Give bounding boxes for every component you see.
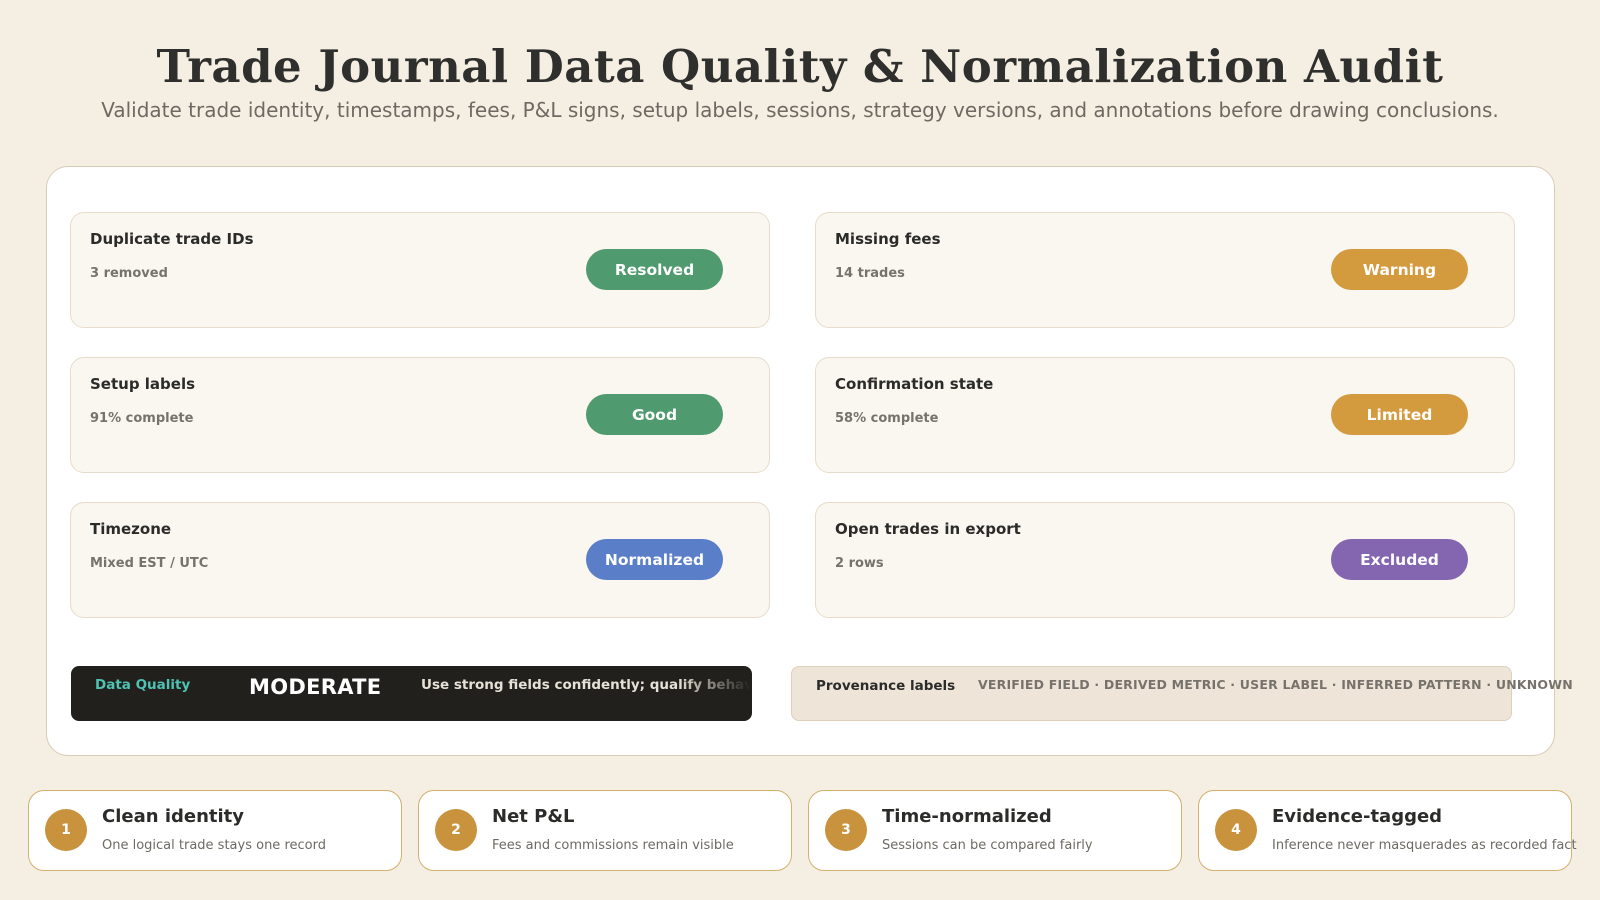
check-card-setup-labels: Setup labels 91% complete Good (70, 357, 770, 473)
audit-panel: Duplicate trade IDs 3 removed Resolved M… (46, 166, 1573, 756)
check-card-duplicate-trade-ids: Duplicate trade IDs 3 removed Resolved (70, 212, 770, 328)
check-detail: 2 rows (835, 556, 884, 571)
status-badge-limited: Limited (1331, 394, 1468, 435)
status-badge-excluded: Excluded (1331, 539, 1468, 580)
status-badge-resolved: Resolved (586, 249, 723, 290)
data-quality-rating: MODERATE (249, 675, 382, 699)
step-title: Clean identity (102, 806, 245, 827)
check-title: Timezone (90, 520, 172, 538)
check-detail: 91% complete (90, 411, 194, 426)
check-title: Missing fees (835, 230, 941, 248)
step-title: Net P&L (492, 806, 575, 827)
step-number-badge: 1 (45, 809, 87, 851)
step-description: Inference never masquerades as recorded … (1272, 838, 1577, 853)
check-card-timezone: Timezone Mixed EST / UTC Normalized (70, 502, 770, 618)
step-card-net-pnl: 2 Net P&L Fees and commissions remain vi… (418, 790, 792, 871)
status-badge-good: Good (586, 394, 723, 435)
step-title: Evidence-tagged (1272, 806, 1443, 827)
status-badge-normalized: Normalized (586, 539, 723, 580)
check-detail: 3 removed (90, 266, 168, 281)
check-detail: Mixed EST / UTC (90, 556, 209, 571)
page-subtitle: Validate trade identity, timestamps, fee… (101, 98, 1499, 122)
check-title: Setup labels (90, 375, 196, 393)
check-card-open-trades: Open trades in export 2 rows Excluded (815, 502, 1515, 618)
status-badge-warning: Warning (1331, 249, 1468, 290)
check-title: Open trades in export (835, 520, 1021, 538)
step-number-badge: 2 (435, 809, 477, 851)
data-quality-label: Data Quality (95, 677, 191, 693)
step-number-badge: 4 (1215, 809, 1257, 851)
provenance-title: Provenance labels (816, 678, 956, 694)
step-number-badge: 3 (825, 809, 867, 851)
page-title: Trade Journal Data Quality & Normalizati… (156, 40, 1444, 93)
step-description: Sessions can be compared fairly (882, 838, 1093, 853)
check-detail: 14 trades (835, 266, 905, 281)
step-card-time-normalized: 3 Time-normalized Sessions can be compar… (808, 790, 1182, 871)
provenance-bar: Provenance labels VERIFIED FIELD · DERIV… (791, 666, 1573, 721)
check-detail: 58% complete (835, 411, 939, 426)
check-card-missing-fees: Missing fees 14 trades Warning (815, 212, 1515, 328)
provenance-items: VERIFIED FIELD · DERIVED METRIC · USER L… (978, 677, 1573, 692)
data-quality-bar: Data Quality MODERATE Use strong fields … (71, 666, 752, 721)
step-description: Fees and commissions remain visible (492, 838, 734, 853)
step-card-clean-identity: 1 Clean identity One logical trade stays… (28, 790, 402, 871)
check-title: Duplicate trade IDs (90, 230, 254, 248)
step-description: One logical trade stays one record (102, 838, 326, 853)
step-title: Time-normalized (882, 806, 1052, 827)
step-card-evidence-tagged: 4 Evidence-tagged Inference never masque… (1198, 790, 1577, 871)
data-quality-note: Use strong fields confidently; qualify b… (421, 677, 751, 693)
check-card-confirmation-state: Confirmation state 58% complete Limited (815, 357, 1515, 473)
check-title: Confirmation state (835, 375, 994, 393)
